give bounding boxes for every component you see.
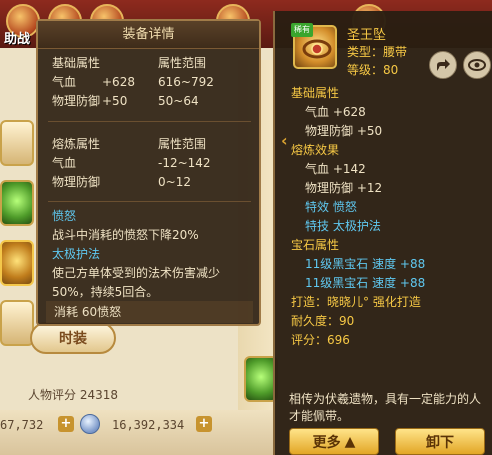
special-skill: 特技 太极护法 bbox=[305, 219, 381, 233]
rarity-badge: 稀有 bbox=[291, 23, 313, 37]
anger-title: 愤怒 bbox=[52, 209, 77, 223]
detail-title: 装备详情 bbox=[38, 21, 259, 49]
equipment-detail-panel: 装备详情 基础属性 属性范围 气血 +628 616~792 物理防御 +50 … bbox=[36, 19, 261, 326]
chevron-up-icon: ▲ bbox=[344, 433, 356, 450]
item-type: 类型：腰带 bbox=[347, 45, 408, 59]
anger-desc: 战斗中消耗的愤怒下降20% bbox=[52, 228, 199, 242]
item-attributes: 基础属性 气血 +628 物理防御 +50 熔炼效果 气血 +142 物理防御 … bbox=[291, 84, 425, 350]
item-level: 等级：80 bbox=[347, 63, 399, 77]
anger-section: 愤怒 战斗中消耗的愤怒下降20% 太极护法 使己方单体受到的法术伤害减少 50%… bbox=[52, 207, 257, 302]
equip-slot-armor[interactable] bbox=[0, 300, 34, 346]
durability: 耐久度：90 bbox=[291, 314, 355, 328]
special-effect: 特效 愤怒 bbox=[305, 200, 357, 214]
gem-header: 宝石属性 bbox=[291, 238, 340, 252]
gold-amount: 16,392,334 bbox=[112, 418, 185, 432]
base-stat: 气血 +628 bbox=[305, 105, 366, 119]
refine-stat: 物理防御 +12 bbox=[305, 181, 383, 195]
share-icon bbox=[437, 59, 450, 71]
base-range-header: 属性范围 bbox=[158, 56, 207, 70]
character-rating: 人物评分 24318 bbox=[28, 388, 119, 402]
gem-stat: 11级黑宝石 速度 +88 bbox=[305, 257, 426, 271]
skill-desc: 50%，持续5回合。 bbox=[52, 285, 159, 299]
assist-label: 助战 bbox=[4, 32, 31, 47]
equip-slot-weapon[interactable] bbox=[0, 120, 34, 166]
currency-bar bbox=[0, 410, 275, 455]
refine-range-header: 属性范围 bbox=[158, 137, 207, 151]
refine-row: 物理防御 0~12 bbox=[52, 175, 191, 189]
skill-title: 太极护法 bbox=[52, 247, 101, 261]
share-button[interactable] bbox=[429, 51, 457, 79]
add-silver-button[interactable]: + bbox=[58, 416, 74, 432]
more-button[interactable]: 更多 ▲ bbox=[289, 428, 379, 455]
item-panel: 稀有 圣王坠 类型：腰带 等级：80 ‹ 基础属性 气血 +628 物理防御 +… bbox=[273, 11, 492, 455]
base-stat: 物理防御 +50 bbox=[305, 124, 383, 138]
silver-amount: 67,732 bbox=[0, 418, 44, 432]
refine-header: 熔炼效果 bbox=[291, 143, 340, 157]
add-gold-button[interactable]: + bbox=[196, 416, 212, 432]
unequip-button[interactable]: 卸下 bbox=[395, 428, 485, 455]
skill-desc: 使己方单体受到的法术伤害减少 bbox=[52, 266, 221, 280]
item-lore: 相传为伏羲遗物，具有一定能力的人才能佩带。 bbox=[289, 392, 482, 423]
refine-attributes: 熔炼属性 属性范围 气血 -12~142 物理防御 0~12 bbox=[52, 135, 252, 192]
equip-slot-necklace[interactable] bbox=[0, 240, 34, 286]
base-attr-header: 基础属性 bbox=[52, 56, 101, 70]
chevron-left-icon[interactable]: ‹ bbox=[281, 131, 288, 150]
anger-cost: 消耗 60愤怒 bbox=[46, 301, 253, 323]
item-score: 评分：696 bbox=[291, 333, 350, 347]
base-row: 物理防御 +50 50~64 bbox=[52, 94, 199, 108]
equip-slot-ring[interactable] bbox=[0, 180, 34, 226]
base-attributes: 基础属性 属性范围 气血 +628 616~792 物理防御 +50 50~64 bbox=[52, 54, 252, 111]
refine-row: 气血 -12~142 bbox=[52, 156, 211, 170]
fashion-button[interactable]: 时装 bbox=[30, 322, 116, 354]
divider bbox=[48, 121, 251, 122]
refine-stat: 气血 +142 bbox=[305, 162, 366, 176]
gem-stat: 11级黑宝石 速度 +88 bbox=[305, 276, 426, 290]
item-name: 圣王坠 bbox=[347, 28, 387, 43]
eye-icon bbox=[468, 59, 486, 71]
coin-icon bbox=[80, 414, 100, 434]
base-row: 气血 +628 616~792 bbox=[52, 75, 214, 89]
refine-attr-header: 熔炼属性 bbox=[52, 137, 101, 151]
maker-info: 打造：晓晓儿° 强化打造 bbox=[291, 295, 421, 309]
divider bbox=[48, 201, 251, 202]
base-header: 基础属性 bbox=[291, 86, 340, 100]
view-button[interactable] bbox=[463, 51, 491, 79]
